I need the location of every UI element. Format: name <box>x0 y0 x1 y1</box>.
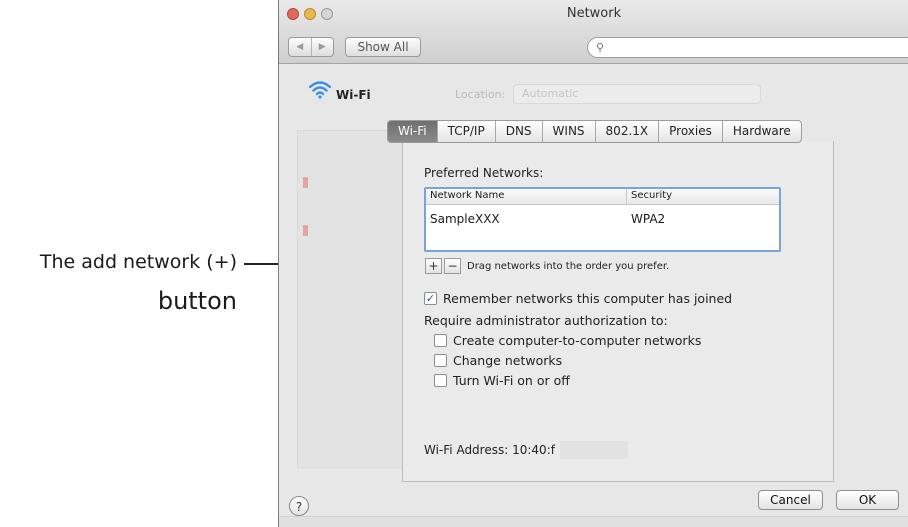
show-all-button[interactable]: Show All <box>345 37 421 57</box>
column-security[interactable]: Security <box>631 190 672 201</box>
table-row[interactable]: SampleXXX WPA2 <box>426 209 779 229</box>
search-icon: ⚲ <box>596 41 605 54</box>
window-title: Network <box>566 6 622 21</box>
add-remove-controls: + − <box>425 258 461 274</box>
nav-buttons: ◀ ▶ <box>288 37 334 57</box>
remember-networks-row[interactable]: ✓ Remember networks this computer has jo… <box>424 291 732 306</box>
search-field[interactable]: ⚲ <box>587 37 908 58</box>
network-preferences-window: Network ◀ ▶ Show All ⚲ Wi-Fi Location: A… <box>278 0 908 527</box>
create-networks-row[interactable]: Create computer-to-computer networks <box>434 333 701 348</box>
tab-wins[interactable]: WINS <box>543 121 596 142</box>
table-header: Network Name Security <box>426 189 779 205</box>
callout-line-1: The add network (+) <box>39 251 237 273</box>
column-divider <box>626 189 627 204</box>
preferred-networks-label: Preferred Networks: <box>424 166 544 180</box>
callout-line-2: button <box>157 287 237 315</box>
service-list-background <box>297 130 403 468</box>
bluetooth-status-dot <box>303 225 308 236</box>
turn-wifi-checkbox[interactable] <box>434 374 447 387</box>
turn-wifi-row[interactable]: Turn Wi-Fi on or off <box>434 373 570 388</box>
preferred-networks-table[interactable]: Network Name Security SampleXXX WPA2 <box>424 187 781 252</box>
change-networks-row[interactable]: Change networks <box>434 353 562 368</box>
remove-network-button[interactable]: − <box>444 258 461 274</box>
tab-bar: Wi-Fi TCP/IP DNS WINS 802.1X Proxies Har… <box>387 120 802 143</box>
add-network-button[interactable]: + <box>425 258 442 274</box>
network-name-cell: SampleXXX <box>430 212 500 226</box>
location-select[interactable]: Automatic <box>513 84 761 104</box>
help-button[interactable]: ? <box>289 496 309 516</box>
security-cell: WPA2 <box>631 212 666 226</box>
forward-arrow-icon[interactable]: ▶ <box>312 38 334 56</box>
change-networks-label: Change networks <box>453 353 563 368</box>
cancel-button[interactable]: Cancel <box>758 490 823 510</box>
tab-wifi[interactable]: Wi-Fi <box>388 121 438 142</box>
create-networks-checkbox[interactable] <box>434 334 447 347</box>
tab-proxies[interactable]: Proxies <box>659 121 723 142</box>
main-content: Wi-Fi Location: Automatic Wi-Fi TCP/IP D… <box>279 64 908 527</box>
wifi-address-value: 10:40:f <box>512 443 555 457</box>
drag-hint-text: Drag networks into the order you prefer. <box>467 261 670 272</box>
ok-button[interactable]: OK <box>836 490 899 510</box>
lock-bar <box>279 516 908 527</box>
create-networks-label: Create computer-to-computer networks <box>453 333 702 348</box>
remember-networks-checkbox[interactable]: ✓ <box>424 292 437 305</box>
tab-dns[interactable]: DNS <box>496 121 543 142</box>
tab-8021x[interactable]: 802.1X <box>596 121 660 142</box>
require-admin-label: Require administrator authorization to: <box>424 313 668 328</box>
column-network-name[interactable]: Network Name <box>430 190 504 201</box>
title-bar: Network ◀ ▶ Show All ⚲ <box>279 0 908 64</box>
tab-tcpip[interactable]: TCP/IP <box>438 121 496 142</box>
wifi-address: Wi-Fi Address: 10:40:f <box>424 443 555 457</box>
wifi-icon <box>309 81 331 99</box>
wifi-address-redaction <box>560 441 628 459</box>
location-label: Location: <box>455 88 506 101</box>
back-arrow-icon[interactable]: ◀ <box>289 38 312 56</box>
wifi-address-label: Wi-Fi Address: <box>424 443 509 457</box>
remember-networks-label: Remember networks this computer has join… <box>443 291 733 306</box>
change-networks-checkbox[interactable] <box>434 354 447 367</box>
tab-hardware[interactable]: Hardware <box>723 121 801 142</box>
interface-name: Wi-Fi <box>336 88 371 102</box>
turn-wifi-label: Turn Wi-Fi on or off <box>453 373 570 388</box>
ethernet-status-dot <box>303 177 308 188</box>
